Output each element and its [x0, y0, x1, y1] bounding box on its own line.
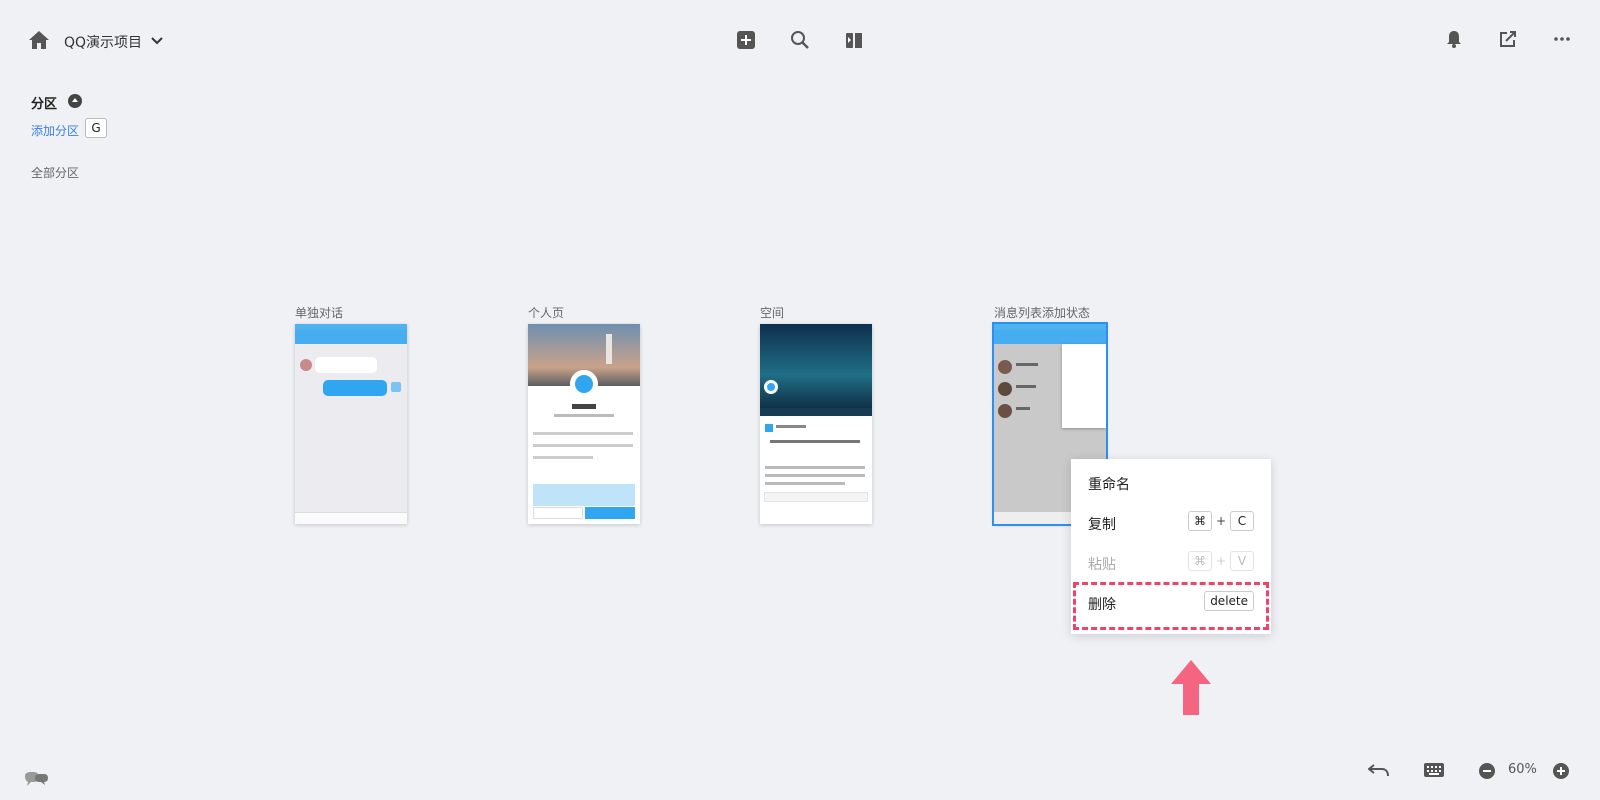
screen-thumbnail-profile[interactable]: [528, 324, 640, 524]
zoom-in-icon[interactable]: [1553, 763, 1569, 779]
copy-shortcut: ⌘ + C: [1187, 511, 1254, 531]
sections-title: 分区: [31, 97, 58, 112]
paste-shortcut: ⌘ + V: [1187, 551, 1254, 571]
home-icon[interactable]: [28, 30, 50, 50]
search-icon[interactable]: [790, 30, 810, 50]
share-icon[interactable]: [1498, 29, 1518, 49]
screen-thumbnail-space[interactable]: [760, 324, 872, 524]
arrow-up-icon: [1171, 660, 1211, 715]
screen-label: 消息列表添加状态: [994, 306, 1091, 320]
bell-icon[interactable]: [1444, 29, 1464, 49]
v-key: V: [1230, 551, 1254, 571]
plus-sign: +: [1215, 554, 1226, 568]
delete-label: 删除: [1088, 597, 1116, 613]
copy-label: 复制: [1088, 517, 1116, 533]
c-key: C: [1230, 511, 1254, 531]
add-square-icon[interactable]: [736, 30, 756, 50]
context-menu: 重命名 复制 ⌘ + C 粘贴 ⌘ + V 删除 delete: [1071, 459, 1271, 634]
zoom-out-icon[interactable]: [1479, 763, 1495, 779]
add-section-shortcut: G: [85, 118, 107, 138]
delete-key: delete: [1204, 591, 1254, 611]
screen-label: 单独对话: [295, 306, 344, 320]
delete-shortcut: delete: [1204, 591, 1254, 611]
right-toolbar: [1444, 29, 1572, 49]
more-icon[interactable]: [1552, 29, 1572, 49]
copy-menu-item[interactable]: 复制 ⌘ + C: [1071, 502, 1271, 542]
screen-label: 空间: [760, 306, 785, 320]
top-bar: QQ演示项目: [0, 0, 1600, 80]
rename-label: 重命名: [1088, 477, 1130, 493]
paste-menu-item[interactable]: 粘贴 ⌘ + V: [1071, 542, 1271, 582]
screen-label: 个人页: [528, 306, 565, 320]
prototype-play-icon[interactable]: [844, 30, 864, 50]
center-toolbar: [736, 30, 864, 50]
add-section-link[interactable]: 添加分区: [31, 122, 79, 139]
command-key: ⌘: [1187, 511, 1212, 531]
undo-icon[interactable]: [1368, 762, 1390, 778]
paste-label: 粘贴: [1088, 557, 1116, 573]
keyboard-icon[interactable]: [1423, 762, 1445, 778]
collapse-sections-icon[interactable]: [68, 94, 82, 108]
rename-menu-item[interactable]: 重命名: [1071, 462, 1271, 502]
screen-thumbnail-chat[interactable]: [295, 324, 407, 524]
command-key: ⌘: [1187, 551, 1212, 571]
delete-menu-item[interactable]: 删除 delete: [1071, 582, 1271, 622]
chat-icon[interactable]: [22, 770, 50, 792]
zoom-level: 60%: [1508, 762, 1537, 777]
chevron-down-icon[interactable]: [150, 36, 164, 46]
plus-sign: +: [1215, 514, 1226, 528]
all-sections-link[interactable]: 全部分区: [31, 164, 79, 181]
project-name[interactable]: QQ演示项目: [64, 32, 142, 52]
